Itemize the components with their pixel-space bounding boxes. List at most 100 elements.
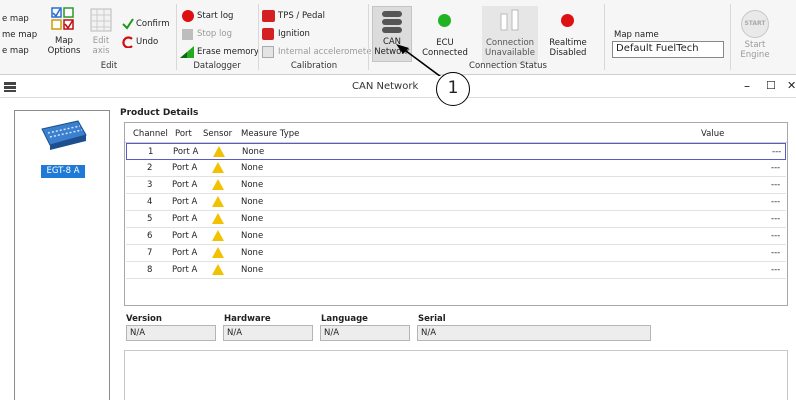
warning-icon (213, 146, 225, 157)
hardware-field: N/A (223, 325, 313, 341)
map-options-button[interactable]: Map Options (44, 4, 84, 62)
value-cell: --- (772, 147, 782, 157)
map-item-2[interactable]: me map (2, 30, 37, 40)
table-row[interactable]: 2 Port A None --- (126, 160, 786, 177)
table-row[interactable]: 3 Port A None --- (126, 177, 786, 194)
maximize-button[interactable]: ☐ (766, 79, 776, 92)
ignition-icon (262, 28, 274, 40)
grid-icon (90, 8, 112, 32)
minimize-button[interactable]: – (744, 79, 750, 93)
device-item[interactable]: EGT-8 A (35, 115, 91, 181)
start-engine-label: Start Engine (740, 40, 770, 60)
undo-button[interactable]: Undo (122, 36, 174, 50)
measure-cell: None (241, 231, 264, 241)
erase-memory-icon (180, 46, 194, 58)
connection-unavailable-label: Connection Unavailable (485, 38, 535, 58)
header-measure-type: Measure Type (241, 129, 300, 139)
warning-icon (212, 230, 224, 241)
window-title-bar: CAN Network – ☐ ✕ (0, 76, 796, 98)
measure-cell: None (242, 147, 265, 157)
table-row[interactable]: 1 Port A None --- (126, 143, 786, 160)
confirm-button[interactable]: Confirm (122, 18, 174, 32)
stop-log-label: Stop log (197, 29, 232, 39)
measure-cell: None (241, 265, 264, 275)
map-name-label: Map name (614, 30, 659, 40)
can-network-icon (382, 11, 402, 33)
ignition-label: Ignition (278, 29, 310, 39)
confirm-label: Confirm (136, 19, 170, 29)
header-channel: Channel (133, 129, 168, 139)
separator (604, 4, 605, 70)
channel-cell: 6 (147, 231, 153, 241)
internal-accelerometer-label: Internal accelerometer (278, 47, 375, 57)
start-log-label: Start log (197, 11, 234, 21)
port-cell: Port A (172, 231, 198, 241)
channel-table: Channel Port Sensor Measure Type Value 1… (124, 122, 788, 306)
channel-cell: 3 (147, 180, 153, 190)
separator (258, 4, 259, 70)
map-item-3[interactable]: e map (2, 46, 29, 56)
connection-plug-icon (500, 9, 519, 31)
internal-accelerometer-button[interactable]: Internal accelerometer (262, 46, 375, 60)
close-button[interactable]: ✕ (787, 79, 796, 92)
table-row[interactable]: 4 Port A None --- (126, 194, 786, 211)
erase-memory-label: Erase memory (197, 47, 259, 57)
start-engine-icon: START (741, 10, 769, 38)
green-status-icon (438, 14, 451, 27)
warning-icon (212, 179, 224, 190)
channel-cell: 2 (147, 163, 153, 173)
port-cell: Port A (172, 197, 198, 207)
port-cell: Port A (172, 214, 198, 224)
red-status-icon (561, 14, 574, 27)
connection-unavailable-status: Connection Unavailable (482, 6, 538, 64)
calibration-group-label: Calibration (290, 61, 338, 71)
warning-icon (212, 196, 224, 207)
channel-cell: 1 (148, 147, 154, 157)
port-cell: Port A (173, 147, 199, 157)
device-label: EGT-8 A (41, 165, 85, 178)
warning-icon (212, 213, 224, 224)
channel-cell: 8 (147, 265, 153, 275)
realtime-disabled-label: Realtime Disabled (549, 38, 587, 58)
table-row[interactable]: 7 Port A None --- (126, 245, 786, 262)
callout-number-badge: 1 (436, 72, 470, 106)
channel-cell: 5 (147, 214, 153, 224)
edit-axis-button[interactable]: Edit axis (86, 4, 116, 62)
value-cell: --- (771, 197, 781, 207)
window-can-icon (4, 82, 16, 92)
start-log-button[interactable]: Start log (180, 10, 250, 24)
port-cell: Port A (172, 163, 198, 173)
can-network-window: EGT-8 A Product Details Channel Port Sen… (0, 98, 796, 400)
separator (368, 4, 369, 70)
stop-log-button[interactable]: Stop log (180, 28, 250, 42)
tps-pedal-label: TPS / Pedal (278, 11, 325, 21)
erase-memory-button[interactable]: Erase memory (180, 46, 259, 60)
map-name-field[interactable]: Default FuelTech (612, 41, 724, 58)
table-row[interactable]: 5 Port A None --- (126, 211, 786, 228)
port-cell: Port A (172, 180, 198, 190)
map-options-icon (51, 7, 74, 30)
separator (176, 4, 177, 70)
start-engine-button[interactable]: START Start Engine (734, 6, 780, 64)
accelerometer-icon (262, 46, 274, 58)
value-cell: --- (771, 265, 781, 275)
port-cell: Port A (172, 265, 198, 275)
measure-cell: None (241, 180, 264, 190)
map-item-1[interactable]: e map (2, 14, 29, 24)
check-icon (122, 18, 134, 30)
channel-cell: 7 (147, 248, 153, 258)
value-cell: --- (771, 180, 781, 190)
record-icon (182, 10, 194, 22)
undo-label: Undo (136, 37, 159, 47)
edit-axis-label: Edit axis (92, 36, 110, 56)
version-field: N/A (126, 325, 216, 341)
product-details-title: Product Details (120, 108, 199, 118)
tps-pedal-button[interactable]: TPS / Pedal (262, 10, 342, 24)
window-title: CAN Network (352, 81, 419, 92)
table-row[interactable]: 8 Port A None --- (126, 262, 786, 279)
value-cell: --- (771, 231, 781, 241)
device-list-panel: EGT-8 A (14, 110, 110, 400)
ignition-button[interactable]: Ignition (262, 28, 342, 42)
separator (730, 4, 731, 70)
table-row[interactable]: 6 Port A None --- (126, 228, 786, 245)
